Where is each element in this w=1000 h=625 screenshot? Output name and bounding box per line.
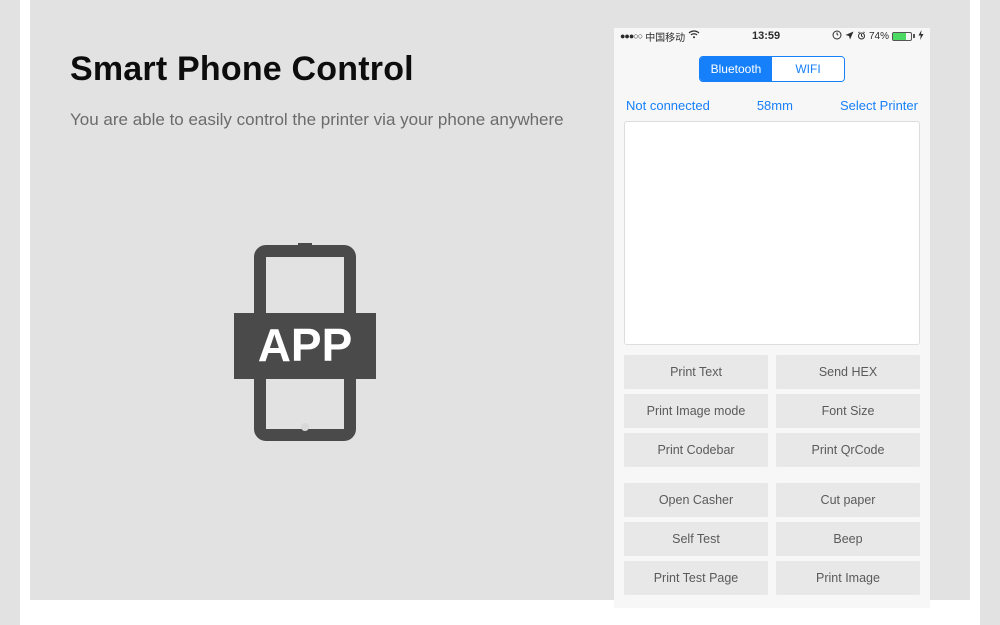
send-hex-button[interactable]: Send HEX (776, 355, 920, 389)
action-button-grid: Print Text Send HEX Print Image mode Fon… (614, 345, 930, 595)
status-bar: ●●●○○ 中国移动 13:59 (614, 28, 930, 44)
print-text-button[interactable]: Print Text (624, 355, 768, 389)
print-image-mode-button[interactable]: Print Image mode (624, 394, 768, 428)
segment-wifi[interactable]: WIFI (772, 57, 844, 81)
connection-status[interactable]: Not connected (626, 98, 710, 113)
page-subtitle: You are able to easily control the print… (70, 107, 584, 133)
print-test-page-button[interactable]: Print Test Page (624, 561, 768, 595)
content-panel: Smart Phone Control You are able to easi… (30, 0, 970, 600)
select-printer-link[interactable]: Select Printer (840, 98, 918, 113)
status-time: 13:59 (752, 30, 780, 42)
charging-icon (918, 30, 924, 42)
connection-segmented: Bluetooth WIFI (699, 56, 845, 82)
print-textarea[interactable] (624, 121, 920, 345)
location-icon (845, 31, 854, 42)
open-casher-button[interactable]: Open Casher (624, 483, 768, 517)
battery-percent: 74% (869, 31, 889, 42)
status-right: 74% (832, 30, 924, 42)
page-title: Smart Phone Control (70, 50, 584, 89)
segment-bluetooth[interactable]: Bluetooth (700, 57, 772, 81)
cut-paper-button[interactable]: Cut paper (776, 483, 920, 517)
printer-info-row: Not connected 58mm Select Printer (614, 92, 930, 121)
connection-segmented-wrap: Bluetooth WIFI (614, 44, 930, 92)
beep-button[interactable]: Beep (776, 522, 920, 556)
carrier-label: 中国移动 (645, 29, 685, 44)
print-image-button[interactable]: Print Image (776, 561, 920, 595)
signal-dots-icon: ●●●○○ (620, 31, 642, 41)
app-illustration: APP (220, 243, 584, 448)
left-column: Smart Phone Control You are able to easi… (30, 0, 614, 600)
print-qrcode-button[interactable]: Print QrCode (776, 433, 920, 467)
font-size-button[interactable]: Font Size (776, 394, 920, 428)
page-frame: Smart Phone Control You are able to easi… (20, 0, 980, 625)
alarm-icon (857, 31, 866, 42)
phone-screenshot: ●●●○○ 中国移动 13:59 (614, 28, 930, 608)
wifi-icon (688, 30, 700, 42)
print-codebar-button[interactable]: Print Codebar (624, 433, 768, 467)
rotation-lock-icon (832, 30, 842, 42)
app-label-text: APP (258, 319, 353, 371)
self-test-button[interactable]: Self Test (624, 522, 768, 556)
status-left: ●●●○○ 中国移动 (620, 29, 700, 44)
group-separator (624, 472, 920, 478)
battery-icon (892, 32, 915, 41)
paper-width[interactable]: 58mm (757, 98, 793, 113)
